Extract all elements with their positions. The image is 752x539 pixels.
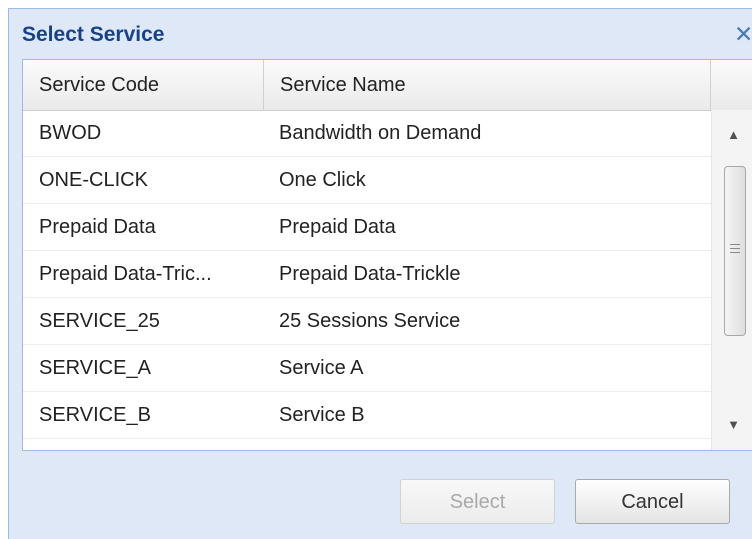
service-name-cell: 25 Sessions Service [279, 310, 461, 332]
dialog-titlebar[interactable]: Select Service ✕ [9, 9, 752, 59]
table-row[interactable]: Prepaid Data Prepaid Data [23, 204, 711, 251]
scroll-down-arrow-icon[interactable]: ▼ [712, 400, 752, 450]
service-code-cell: SERVICE_A [39, 357, 151, 379]
service-name-cell: Service B [279, 404, 365, 426]
grip-icon [730, 244, 740, 254]
service-code-cell: Prepaid Data-Tric... [39, 263, 212, 285]
dialog-title: Select Service [22, 23, 165, 46]
column-header-service-name[interactable]: Service Name [264, 60, 711, 110]
service-code-cell: SERVICE_25 [39, 310, 160, 332]
service-name-cell: Prepaid Data [279, 216, 396, 238]
close-icon[interactable]: ✕ [734, 21, 752, 47]
grid-header: Service Code Service Name [23, 60, 752, 111]
service-code-cell: SERVICE_B [39, 404, 151, 426]
service-code-cell: BWOD [39, 122, 102, 144]
service-name-cell: One Click [279, 169, 366, 191]
service-name-cell: Service A [279, 357, 364, 379]
select-button[interactable]: Select [400, 479, 555, 524]
select-service-dialog: Select Service ✕ Service Code Service Na… [8, 8, 752, 539]
table-row[interactable]: SERVICE_25 25 Sessions Service [23, 298, 711, 345]
service-grid: Service Code Service Name BWOD Bandwidth… [22, 59, 752, 451]
service-code-cell: ONE-CLICK [39, 169, 148, 191]
table-row[interactable]: BWOD Bandwidth on Demand [23, 110, 711, 157]
scroll-up-arrow-icon[interactable]: ▲ [712, 110, 752, 160]
scrollbar-thumb[interactable] [724, 166, 746, 336]
table-row[interactable]: Prepaid Data-Tric... Prepaid Data-Trickl… [23, 251, 711, 298]
service-code-cell: Prepaid Data [39, 216, 156, 238]
cancel-button[interactable]: Cancel [575, 479, 730, 524]
service-name-cell: Prepaid Data-Trickle [279, 263, 461, 285]
vertical-scrollbar[interactable]: ▲ ▼ [711, 110, 752, 450]
column-header-service-code[interactable]: Service Code [23, 60, 264, 110]
grid-body: BWOD Bandwidth on Demand ONE-CLICK One C… [23, 110, 711, 439]
service-name-cell: Bandwidth on Demand [279, 122, 482, 144]
table-row[interactable]: ONE-CLICK One Click [23, 157, 711, 204]
table-row[interactable]: SERVICE_A Service A [23, 345, 711, 392]
dialog-footer: Select Cancel [22, 451, 752, 539]
column-header-spacer [711, 60, 752, 110]
table-row[interactable]: SERVICE_B Service B [23, 392, 711, 439]
